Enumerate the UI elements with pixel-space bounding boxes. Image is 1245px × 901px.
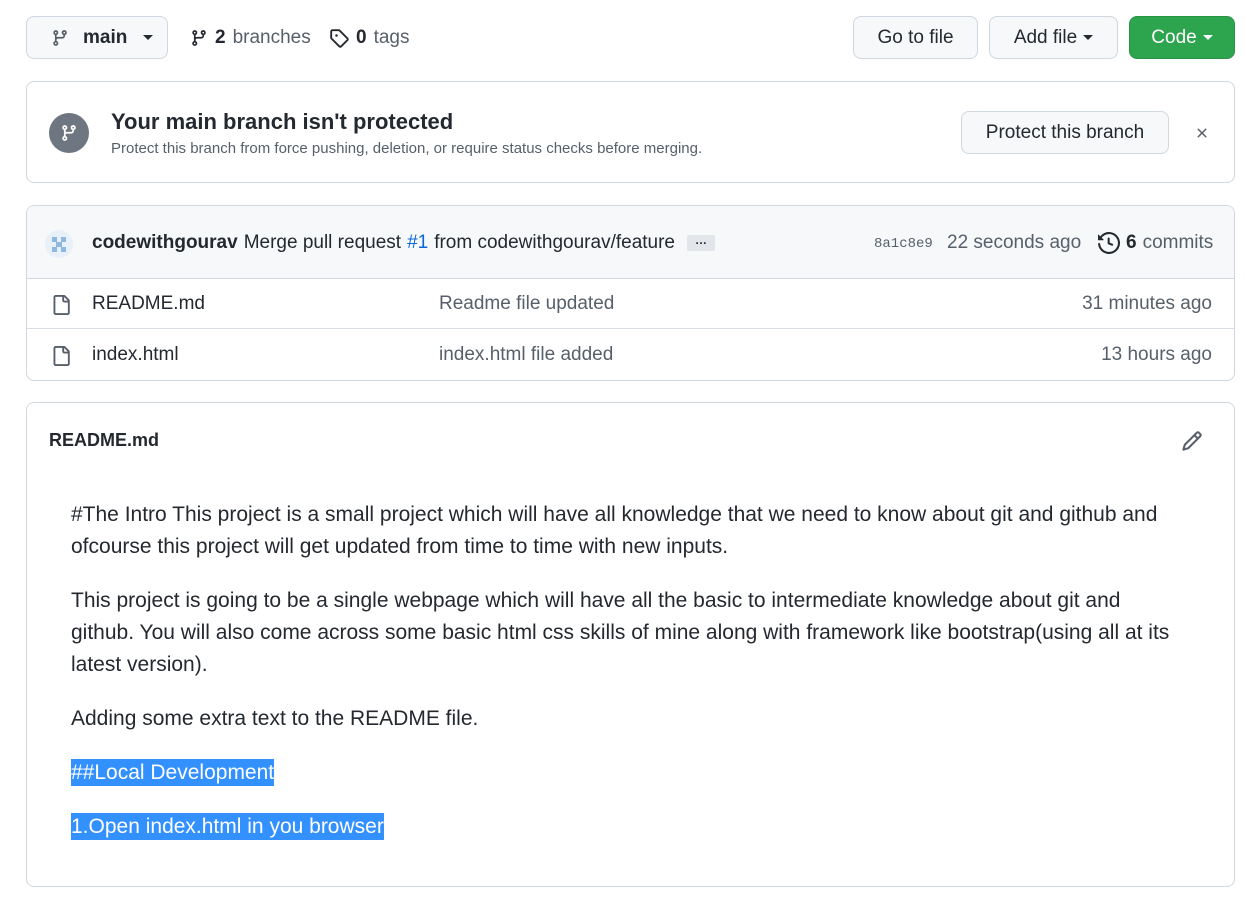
file-name-link[interactable]: README.md [92,293,205,315]
caret-down-icon [143,35,154,40]
branch-select-button[interactable]: main [26,16,168,59]
tag-icon [330,28,349,48]
commit-message-suffix[interactable]: from codewithgourav/feature [434,232,675,254]
branches-link[interactable]: 2 branches [190,16,311,59]
file-row: README.md Readme file updated 31 minutes… [27,279,1234,329]
protect-branch-button[interactable]: Protect this branch [961,111,1169,154]
readme-paragraph-selected: 1.Open index.html in you browser [71,811,1181,843]
tags-link[interactable]: 0 tags [329,16,410,59]
readme-title[interactable]: README.md [49,430,159,451]
tags-count: 0 [356,26,367,48]
commit-time: 22 seconds ago [947,232,1082,253]
git-branch-icon [192,29,206,46]
commit-message-prefix[interactable]: Merge pull request [244,232,401,254]
branches-label: branches [232,26,311,48]
expand-commit-button[interactable]: … [687,234,715,251]
add-file-button[interactable]: Add file [989,16,1118,59]
file-browser: codewithgourav Merge pull request #1 fro… [26,205,1235,381]
latest-commit-bar: codewithgourav Merge pull request #1 fro… [27,206,1234,279]
file-icon [53,295,70,315]
branches-count: 2 [215,26,226,48]
close-icon[interactable] [1191,122,1213,144]
go-to-file-button[interactable]: Go to file [853,16,978,59]
git-branch-icon [53,29,67,46]
avatar[interactable] [45,230,73,258]
readme-paragraph: Adding some extra text to the README fil… [71,707,479,730]
readme-paragraph: This project is going to be a single web… [71,589,1170,676]
code-label: Code [1151,26,1197,48]
commit-author-link[interactable]: codewithgourav [92,232,238,254]
banner-title: Your main branch isn't protected [111,109,454,134]
pull-request-link[interactable]: #1 [407,232,428,254]
code-button[interactable]: Code [1129,16,1235,59]
readme-paragraph-selected: ##Local Development [71,757,1181,789]
commits-label: commits [1142,232,1214,253]
commit-sha-link[interactable]: 8a1c8e9 [874,236,933,252]
readme-paragraph: #The Intro This project is a small proje… [71,503,1158,558]
add-file-label: Add file [1013,26,1078,48]
file-commit-message[interactable]: Readme file updated [439,293,614,315]
caret-down-icon [1202,35,1213,40]
pencil-icon[interactable] [1181,430,1203,452]
commits-history-link[interactable]: 6 commits [1098,232,1213,254]
caret-down-icon [1083,35,1094,40]
file-row: index.html index.html file added 13 hour… [27,330,1234,380]
selected-text: ##Local Development [71,759,275,786]
history-icon [1098,232,1120,254]
branch-name: main [83,26,128,48]
file-age: 13 hours ago [1101,344,1212,365]
file-commit-message[interactable]: index.html file added [439,344,613,366]
banner-subtitle: Protect this branch from force pushing, … [111,140,703,157]
repo-toolbar: main 2 branches 0 tags Go to file Add fi… [26,16,1235,59]
file-name-link[interactable]: index.html [92,344,179,366]
file-icon [53,346,70,366]
git-branch-icon [49,113,89,153]
latest-commit-message: codewithgourav Merge pull request #1 fro… [92,232,715,254]
selected-text: 1.Open index.html in you browser [71,813,384,840]
readme-panel: README.md #The Intro This project is a s… [26,402,1235,887]
commits-count: 6 [1126,232,1137,253]
file-age: 31 minutes ago [1082,293,1212,314]
tags-label: tags [373,26,410,48]
branch-protection-banner: Your main branch isn't protected Protect… [26,81,1235,183]
readme-content: #The Intro This project is a small proje… [71,499,1181,865]
